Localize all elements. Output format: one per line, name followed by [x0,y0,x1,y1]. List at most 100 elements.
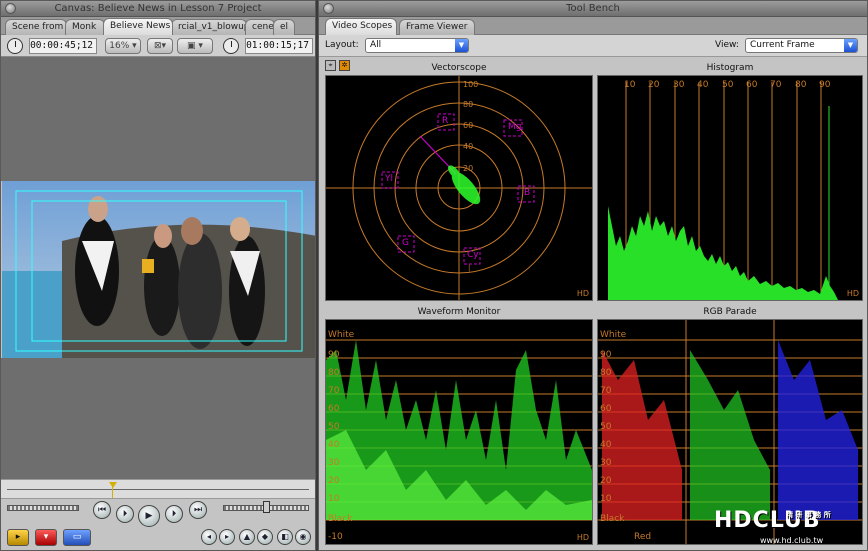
tab-frame-viewer[interactable]: Frame Viewer [399,19,475,35]
video-frame-image [2,181,315,358]
canvas-title: Canvas: Believe News in Lesson 7 Project [54,3,262,14]
zoom-popup[interactable]: 16% ▾ [105,38,141,54]
target-mg: Mg [508,122,522,132]
waveform-tick-50: 50 [328,422,340,432]
toolbench-tabs: Video Scopes Frame Viewer [319,17,867,35]
waveform-tick-10: 10 [328,494,340,504]
video-frame [2,181,315,358]
zoom-value: 16% [109,41,130,51]
view-options-popup[interactable]: ⊠▾ [147,38,173,54]
duration-timecode-field[interactable]: 01:00:15;17 [245,38,313,54]
layout-select[interactable]: All ▼ [365,38,469,53]
layout-label: Layout: [325,40,359,50]
close-toolbench-button[interactable] [323,3,334,14]
parade-red-label: Red [634,532,652,542]
canvas-window: Canvas: Believe News in Lesson 7 Project… [0,0,316,551]
match-frame-button[interactable]: ◧ [277,529,293,545]
view-select[interactable]: Current Frame ▼ [745,38,858,53]
transport-controls: ⏮ ⏵ ▶ ⏵ ⏭ ▸ ▾ ▭ ◂ ▸ ▲ ◆ ◧ ◉ [1,499,315,550]
tab-believe-news[interactable]: Believe News [103,18,173,35]
rgb-parade-title: RGB Parade [703,307,757,317]
toolbench-titlebar[interactable]: Tool Bench [319,1,867,17]
hist-tick-90: 90 [819,80,831,90]
parade-tick-40: 40 [600,440,612,450]
parade-tick-10: 10 [600,494,612,504]
mark-out-button[interactable]: ▸ [219,529,235,545]
hist-tick-20: 20 [648,80,660,90]
layout-value: All [370,40,382,50]
vectorscope-title: Vectorscope [431,63,487,73]
tab-monk[interactable]: Monk [65,19,105,35]
waveform-monitor: White 90 80 70 60 50 40 30 20 10 Black -… [325,319,593,545]
waveform-black-label: Black [328,514,353,524]
show-match-button[interactable]: ◉ [295,529,311,545]
waveform-tick-80: 80 [328,368,340,378]
previous-edit-button[interactable]: ⏮ [93,501,111,519]
parade-tick-50: 50 [600,422,612,432]
toolbench-title: Tool Bench [566,3,620,14]
canvas-control-bar: 00:00:45;12 16% ▾ ⊠▾ ▣ ▾ 01:00:15;17 [1,35,315,57]
overwrite-edit-button[interactable]: ▾ [35,529,57,546]
hist-tick-40: 40 [697,80,709,90]
hist-tick-70: 70 [770,80,782,90]
parade-tick-90: 90 [600,350,612,360]
next-edit-button[interactable]: ⏭ [189,501,207,519]
canvas-background-bottom [1,358,315,479]
waveform-tick-minus10: -10 [328,532,343,542]
waveform-tick-40: 40 [328,440,340,450]
play-in-to-out-button[interactable]: ⏵ [116,505,134,523]
histogram: 10 20 30 40 50 60 70 80 90 HD [597,75,863,301]
waveform-title: Waveform Monitor [417,307,501,317]
parade-white-label: White [600,330,627,340]
clock-icon[interactable] [7,38,23,54]
jog-handle[interactable] [263,501,270,513]
waveform-tick-60: 60 [328,404,340,414]
playhead-line [112,486,113,498]
waveform-hd-label: HD [576,533,589,542]
tab-scene[interactable]: cene [245,19,275,35]
ring-label-40: 40 [463,142,474,151]
hist-tick-80: 80 [795,80,807,90]
shuttle-slider[interactable] [7,505,79,511]
playhead-icon[interactable] [109,482,117,488]
current-timecode-field[interactable]: 00:00:45;12 [29,38,97,54]
insert-edit-button[interactable]: ▸ [7,529,29,546]
replace-edit-button[interactable]: ▭ [63,529,91,546]
vectorscope: | R Mg B Cy G Yl 100 80 60 40 20 HD [325,75,593,301]
canvas-tabs: Scene from Monk Believe News rcial_v1_bl… [1,17,315,35]
waveform-tick-70: 70 [328,386,340,396]
target-g: G [402,238,409,248]
close-window-button[interactable] [5,3,16,14]
mark-in-button[interactable]: ◂ [201,529,217,545]
toolbench-window: Tool Bench Video Scopes Frame Viewer Lay… [318,0,868,551]
chevron-down-icon: ▼ [455,39,468,52]
ring-label-100: 100 [463,80,479,89]
hist-tick-30: 30 [673,80,685,90]
add-keyframe-button[interactable]: ◆ [257,529,273,545]
ring-label-60: 60 [463,121,474,130]
tab-commercial-blowup[interactable]: rcial_v1_blowup [171,19,247,35]
tab-scene-from[interactable]: Scene from [5,19,67,35]
tab-el[interactable]: el [273,19,295,35]
scrubber-track [7,489,309,490]
target-cy: Cy [467,250,479,260]
play-around-button[interactable]: ⏵ [165,505,183,523]
play-button[interactable]: ▶ [138,505,160,527]
overlay-popup[interactable]: ▣ ▾ [177,38,213,54]
canvas-titlebar[interactable]: Canvas: Believe News in Lesson 7 Project [1,1,315,17]
waveform-white-label: White [328,330,355,340]
hist-tick-10: 10 [624,80,636,90]
parade-tick-60: 60 [600,404,612,414]
parade-tick-70: 70 [600,386,612,396]
histogram-hd-label: HD [846,289,859,298]
tab-video-scopes[interactable]: Video Scopes [325,18,397,35]
ring-label-20: 20 [463,164,474,173]
timeline-scrubber[interactable] [1,479,315,499]
parade-tick-20: 20 [600,476,612,486]
view-value: Current Frame [750,40,815,50]
add-marker-button[interactable]: ▲ [239,529,255,545]
clock-icon-right[interactable] [223,38,239,54]
waveform-tick-20: 20 [328,476,340,486]
waveform-tick-30: 30 [328,458,340,468]
waveform-tick-90: 90 [328,350,340,360]
